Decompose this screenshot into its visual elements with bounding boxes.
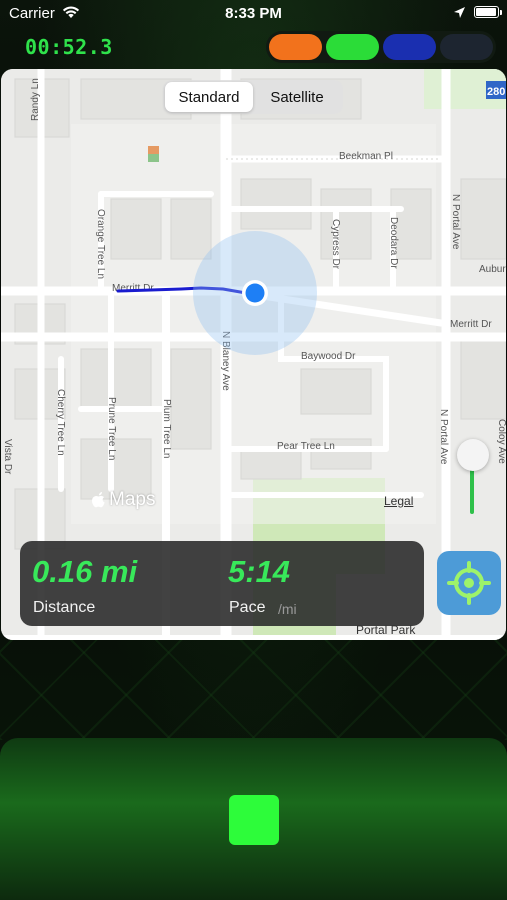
distance-value: 0.16 mi [32, 554, 138, 589]
street-label: Deodara Dr [388, 217, 399, 269]
legal-link[interactable]: Legal [384, 494, 413, 508]
street-label: Cypress Dr [330, 219, 341, 270]
street-label: N Portal Ave [438, 409, 449, 465]
distance-label: Distance [33, 599, 96, 616]
zoom-slider-track[interactable] [470, 466, 474, 514]
pace-value: 5:14 [228, 554, 291, 589]
map-type-standard[interactable]: Standard [165, 82, 253, 112]
crosshair-icon [447, 561, 491, 605]
stats-panel: 0.16 mi Distance 5:14 Pace /mi [20, 541, 424, 626]
map-type-satellite[interactable]: Satellite [253, 82, 341, 112]
color-pill-orange[interactable] [269, 34, 322, 60]
map-type-segmented-control: Standard Satellite [163, 80, 343, 114]
pace-label: Pace [229, 599, 266, 616]
street-label: Orange Tree Ln [95, 209, 106, 279]
color-pill-blue[interactable] [383, 34, 436, 60]
battery-tip [500, 10, 502, 15]
maps-attribution: Maps [91, 489, 155, 511]
status-time: 8:33 PM [225, 5, 282, 22]
locate-button[interactable] [437, 551, 501, 615]
color-selector [266, 31, 496, 63]
street-label: Vista Dr [2, 439, 13, 475]
battery-icon [474, 6, 499, 18]
stop-button[interactable] [229, 795, 279, 845]
poi-marker [148, 146, 159, 154]
map-view[interactable]: 280 Beekman Pl Merritt Dr Merritt Dr Aub… [1, 69, 506, 640]
street-label: Pear Tree Ln [277, 441, 335, 452]
color-pill-green[interactable] [326, 34, 379, 60]
street-label: Randy Ln [30, 78, 41, 121]
status-bar: Carrier 8:33 PM [0, 0, 507, 28]
poi-marker [148, 154, 159, 162]
user-location-dot [245, 283, 265, 303]
street-label: Beekman Pl [339, 151, 393, 162]
maps-label: Maps [109, 489, 156, 510]
battery-level [476, 8, 496, 16]
highway-shield: 280 [486, 81, 506, 99]
workout-timer: 00:52.3 [25, 35, 113, 59]
apple-logo-icon [92, 492, 105, 508]
color-pill-dark[interactable] [440, 34, 493, 60]
street-label: Baywood Dr [301, 351, 356, 362]
street-label: Merritt Dr [450, 319, 492, 330]
location-arrow-icon [453, 6, 466, 23]
street-label: Cherry Tree Ln [55, 389, 66, 456]
street-label: N Portal Ave [450, 194, 461, 250]
pace-unit: /mi [278, 601, 297, 617]
svg-text:280: 280 [487, 86, 505, 98]
street-label: Prune Tree Ln [106, 397, 117, 460]
street-label: Plum Tree Ln [161, 399, 172, 458]
street-label: Auburn [479, 264, 506, 275]
street-label: Coloy Ave [496, 419, 506, 464]
zoom-slider-knob[interactable] [457, 439, 489, 471]
background-pattern [0, 640, 507, 740]
